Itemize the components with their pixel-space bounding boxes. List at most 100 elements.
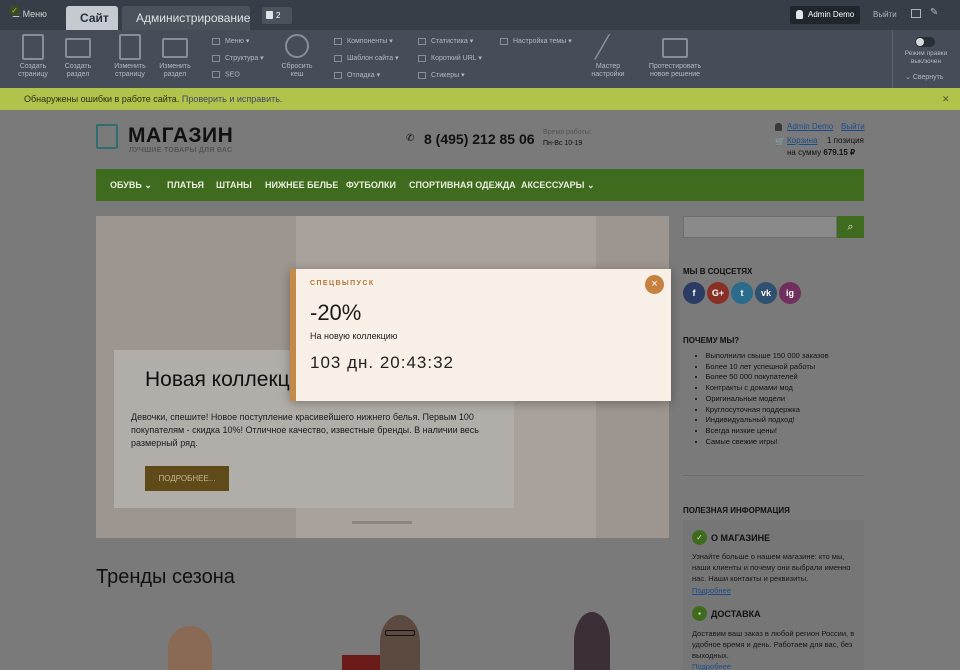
slide-text: Девочки, спешите! Новое поступление крас… <box>131 412 479 448</box>
window-icon[interactable] <box>911 9 921 18</box>
nav-item-underwear[interactable]: НИЖНЕЕ БЕЛЬЕ <box>265 169 338 201</box>
reset-cache-button[interactable]: Сбросить кеш <box>278 34 316 79</box>
popup-discount: -20% <box>310 300 362 325</box>
edit-folder-icon <box>162 38 188 58</box>
structure-dropdown[interactable]: Структура ▾ <box>212 54 264 62</box>
why-item: Индивидуальный подход! <box>692 415 872 426</box>
create-page-button[interactable]: Создать страницу <box>14 34 52 79</box>
product-image-1[interactable] <box>168 626 212 670</box>
social-icon-0[interactable]: f <box>683 282 705 304</box>
statistics-dropdown[interactable]: Статистика ▾ <box>418 37 473 45</box>
about-more-link[interactable]: Подробнее <box>692 586 731 595</box>
cart-link[interactable]: Корзина <box>787 136 817 145</box>
nav-item-tshirts[interactable]: ФУТБОЛКИ <box>346 169 396 201</box>
sidebar-divider <box>683 475 864 476</box>
toolbar-divider <box>892 30 893 88</box>
hours-value: Пн-Вс 10-19 <box>543 140 583 147</box>
notification-icon <box>266 11 273 19</box>
edit-mode-label: Режим правки выключен <box>904 50 948 65</box>
admin-toolbar: Создать страницу Создать раздел Изменить ст… <box>0 30 960 88</box>
edit-mode-toggle[interactable] <box>915 37 935 47</box>
product-image-2-shirt <box>342 655 380 670</box>
nav-item-accessories[interactable]: АКСЕССУАРЫ ⌄ <box>521 169 595 201</box>
cart-icon: 🛒 <box>775 137 785 146</box>
social-icon-1[interactable]: G+ <box>707 282 729 304</box>
why-item: Круглосуточная поддержка <box>692 405 872 416</box>
tab-administration[interactable]: Администрирование <box>122 6 250 30</box>
glasses-icon <box>385 630 415 636</box>
why-item: Контракты с домами мод <box>692 383 872 394</box>
truck-icon: ▪ <box>692 606 707 621</box>
why-item: Оригинальные модели <box>692 394 872 405</box>
site-template-dropdown[interactable]: Шаблон сайта ▾ <box>334 54 399 62</box>
search-input[interactable] <box>683 216 837 238</box>
user-icon <box>775 123 782 131</box>
collapse-button[interactable]: ⌄ Свернуть <box>905 73 944 81</box>
edit-section-button[interactable]: Изменить раздел <box>156 34 194 79</box>
user-icon <box>796 10 803 19</box>
statistics-icon <box>418 37 426 45</box>
slide-title: Новая коллекция <box>145 368 313 391</box>
warning-text: Обнаружены ошибки в работе сайта. <box>24 94 180 104</box>
components-icon <box>334 37 342 45</box>
stickers-dropdown[interactable]: Стикеры ▾ <box>418 71 465 79</box>
structure-icon <box>212 54 220 62</box>
delivery-more-link[interactable]: Подробнее <box>692 662 731 670</box>
setup-wizard-button[interactable]: Мастер настройки <box>589 34 627 79</box>
menu-icon <box>212 37 220 45</box>
social-icon-4[interactable]: ig <box>779 282 801 304</box>
admin-logout-link[interactable]: Выйти <box>873 10 897 19</box>
cart-positions: 1 позиция <box>827 136 864 145</box>
notifications-count: 2 <box>276 11 281 20</box>
menu-dropdown[interactable]: Меню ▾ <box>212 37 249 45</box>
refresh-icon <box>285 34 309 58</box>
header-logout-link[interactable]: Выйти <box>841 122 865 131</box>
popup-label: СПЕЦВЫПУСК <box>310 280 375 287</box>
search-button[interactable]: ⌕ <box>837 216 864 238</box>
nav-item-pants[interactable]: ШТАНЫ <box>216 169 252 201</box>
popup-countdown: 103 дн. 20:43:32 <box>310 353 455 372</box>
logo-subtitle: ЛУЧШИЕ ТОВАРЫ ДЛЯ ВАС <box>129 147 233 154</box>
theme-settings-dropdown[interactable]: Настройка темы ▾ <box>500 37 572 45</box>
seo-icon <box>212 71 220 78</box>
social-heading: МЫ В СОЦСЕТЯХ <box>683 267 753 276</box>
social-icon-3[interactable]: vk <box>755 282 777 304</box>
nav-item-sportswear[interactable]: СПОРТИВНАЯ ОДЕЖДА <box>409 169 516 201</box>
palette-icon <box>500 37 508 45</box>
header-user-link[interactable]: Admin Demo <box>787 122 833 131</box>
edit-page-button[interactable]: Изменить страницу <box>111 34 149 79</box>
hours-label: Время работы: <box>543 129 592 136</box>
product-image-2[interactable] <box>380 615 420 670</box>
cart-sum: на сумму 679.15 ₽ <box>787 148 856 157</box>
pin-icon[interactable]: ✎ <box>930 7 938 18</box>
logo-title[interactable]: МАГАЗИН <box>128 124 233 148</box>
slider-indicator[interactable] <box>352 521 412 524</box>
monitor-icon <box>662 38 688 58</box>
short-url-dropdown[interactable]: Короткий URL ▾ <box>418 54 482 62</box>
fix-errors-link[interactable]: Проверить и исправить. <box>182 94 283 104</box>
nav-item-shoes[interactable]: ОБУВЬ ⌄ <box>110 169 152 201</box>
why-us-list: Выполнили свыше 150 000 заказовБолее 10 … <box>692 351 872 447</box>
social-icon-2[interactable]: t <box>731 282 753 304</box>
product-image-3[interactable] <box>574 612 610 670</box>
shopping-bag-icon <box>96 124 118 149</box>
seo-button[interactable]: SEO <box>212 71 240 78</box>
tab-site[interactable]: Сайт <box>66 6 118 30</box>
about-heading: О МАГАЗИНЕ <box>711 533 771 543</box>
close-warning-icon[interactable]: ✕ <box>942 94 950 105</box>
why-item: Выполнили свыше 150 000 заказов <box>692 351 872 362</box>
admin-user-button[interactable]: Admin Demo <box>790 6 860 24</box>
check-circle-icon: ✓ <box>692 530 707 545</box>
create-section-button[interactable]: Создать раздел <box>59 34 97 79</box>
notifications-button[interactable]: 2 <box>262 7 292 24</box>
slide-more-button[interactable]: ПОДРОБНЕЕ... <box>145 466 229 491</box>
toggle-knob <box>916 38 924 46</box>
search-icon: ⌕ <box>847 221 854 233</box>
popup-close-button[interactable]: × <box>645 275 664 294</box>
test-solution-button[interactable]: Протестировать новое решение <box>648 34 702 79</box>
site-errors-warning: Обнаружены ошибки в работе сайта. Провер… <box>0 88 960 110</box>
debug-dropdown[interactable]: Отладка ▾ <box>334 71 380 79</box>
admin-top-bar: ☰ Меню Сайт Администрирование 2 Admin De… <box>0 0 960 30</box>
nav-item-dresses[interactable]: ПЛАТЬЯ <box>167 169 204 201</box>
components-dropdown[interactable]: Компоненты ▾ <box>334 37 393 45</box>
